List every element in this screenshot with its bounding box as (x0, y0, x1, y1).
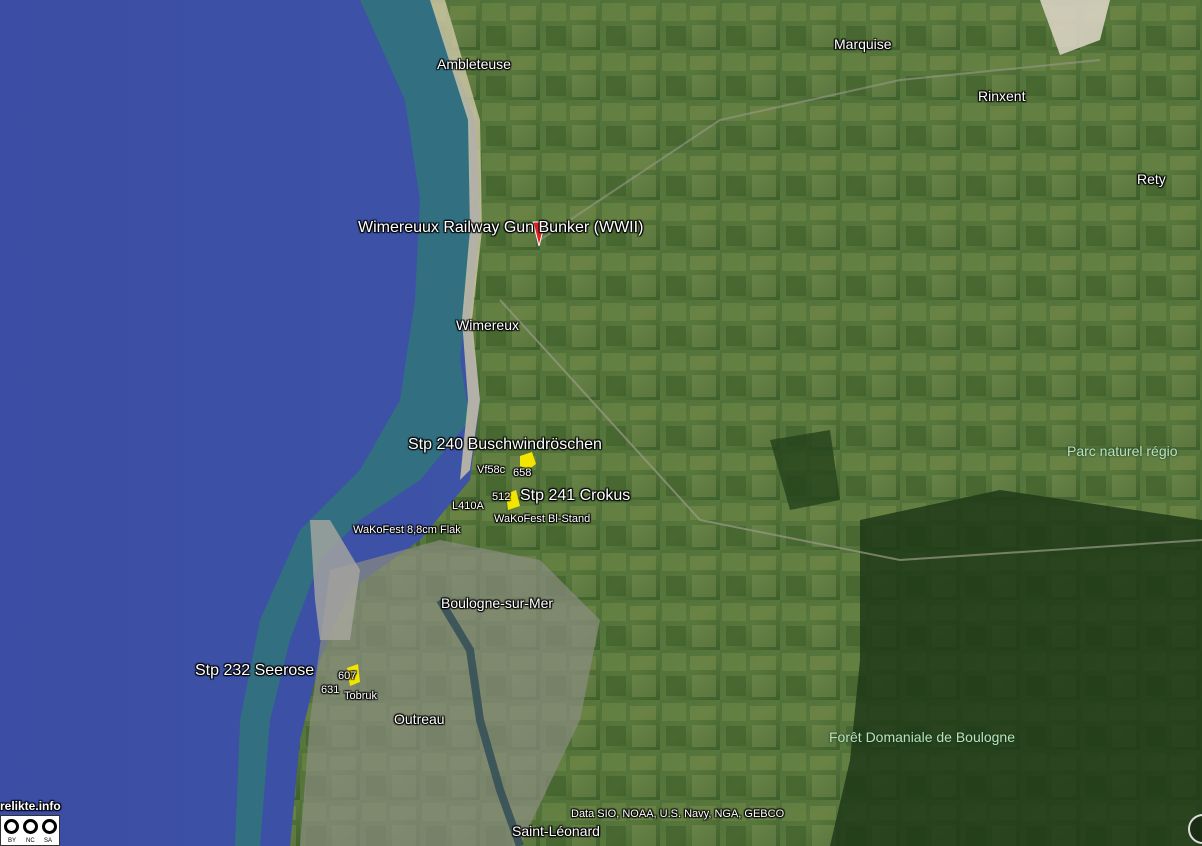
town-label-rety: Rety (1137, 171, 1166, 187)
poi-label-stp241[interactable]: Stp 241 Crokus (520, 488, 630, 504)
satellite-map[interactable] (0, 0, 1202, 846)
town-label-rinxent: Rinxent (978, 88, 1026, 104)
bunker-label-tobruk[interactable]: Tobruk (344, 691, 377, 702)
poi-label-stp232[interactable]: Stp 232 Seerose (195, 663, 314, 679)
bunker-label-512[interactable]: 512 (492, 492, 510, 503)
bunker-label-658[interactable]: 658 (513, 468, 531, 479)
license-nc: NC (26, 838, 35, 844)
bunker-label-607[interactable]: 607 (338, 671, 356, 682)
poi-label-railway-gun-bunker[interactable]: Wimereuux Railway Gun Bunker (WWII) (358, 220, 643, 236)
town-label-outreau: Outreau (394, 711, 445, 727)
bunker-label-l410a[interactable]: L410A (452, 501, 484, 512)
creative-commons-badge: BY NC SA (0, 815, 60, 846)
bunker-label-vf58c[interactable]: Vf58c (477, 465, 505, 476)
license-sa: SA (44, 838, 53, 844)
town-label-wimereux: Wimereux (456, 317, 520, 333)
map-data-attribution: Data SIO, NOAA, U.S. Navy, NGA, GEBCO (571, 808, 785, 820)
bunker-label-wakofest-flak[interactable]: WaKoFest 8,8cm Flak (353, 525, 461, 536)
nc-icon (42, 819, 57, 834)
town-label-ambleteuse: Ambleteuse (437, 56, 511, 72)
by-icon (23, 819, 38, 834)
town-label-marquise: Marquise (834, 36, 892, 52)
poi-label-stp240[interactable]: Stp 240 Buschwindröschen (408, 437, 602, 453)
forest-label: Forêt Domaniale de Boulogne (829, 729, 1016, 745)
cc-icon (4, 819, 19, 834)
town-label-saint-leonard: Saint-Léonard (512, 823, 600, 839)
site-credit: relikte.info (0, 799, 61, 813)
bunker-label-631[interactable]: 631 (321, 685, 339, 696)
park-label: Parc naturel régio (1067, 443, 1178, 459)
town-label-boulogne: Boulogne-sur-Mer (441, 595, 554, 611)
bunker-label-wakofest-bl[interactable]: WaKoFest Bl-Stand (494, 514, 590, 525)
license-by: BY (8, 838, 17, 844)
